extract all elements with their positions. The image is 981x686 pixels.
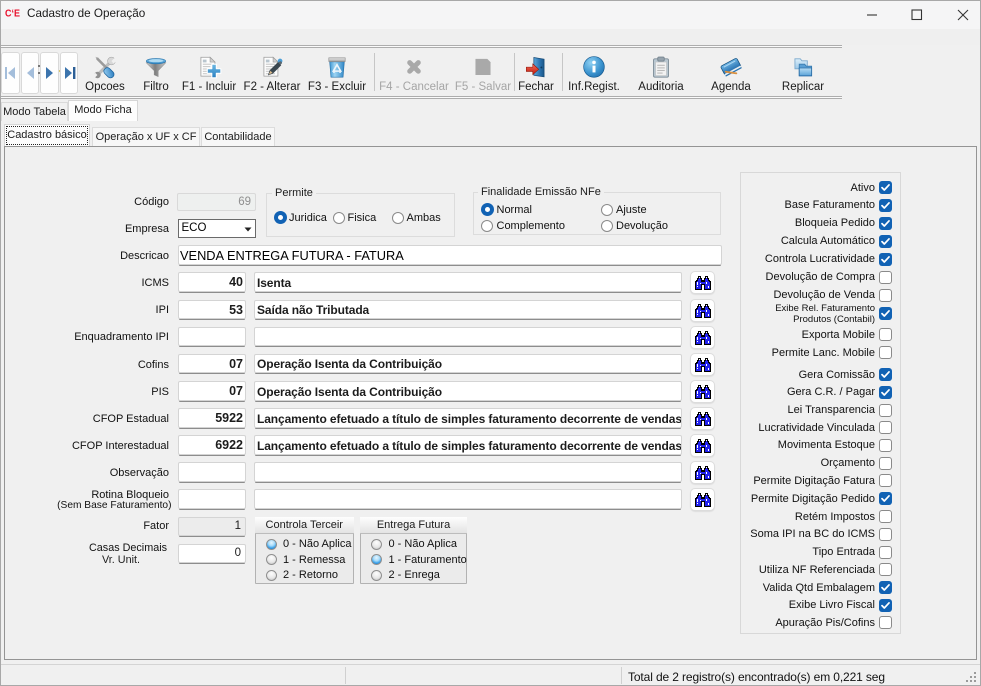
svg-text:CʻE: CʻE [5, 9, 20, 19]
